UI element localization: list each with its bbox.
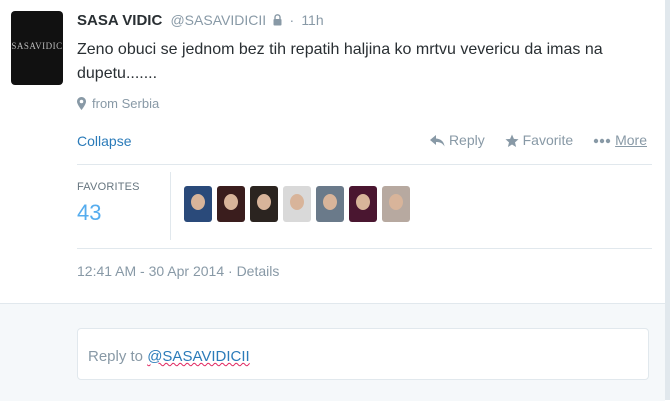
- favoriter-avatar[interactable]: [250, 186, 278, 222]
- meta-separator: ·: [228, 263, 233, 279]
- stats-divider-top: [77, 164, 652, 165]
- right-edge-border: [665, 0, 670, 400]
- tweet-text: Zeno obuci se jednom bez tih repatih hal…: [77, 41, 603, 82]
- reply-input[interactable]: Reply to @SASAVIDICII: [77, 328, 649, 380]
- favoriter-face: [290, 194, 304, 210]
- favoriter-face: [224, 194, 238, 210]
- favoriter-face: [257, 194, 271, 210]
- stats-vertical-divider: [170, 172, 171, 240]
- favoriter-face: [356, 194, 370, 210]
- favoriter-face: [389, 194, 403, 210]
- favoriter-avatar[interactable]: [382, 186, 410, 222]
- location-pin-icon: [77, 96, 86, 113]
- favoriter-avatar[interactable]: [217, 186, 245, 222]
- reply-icon: [429, 135, 445, 147]
- collapse-link[interactable]: Collapse: [77, 133, 131, 149]
- reply-placeholder: Reply to @SASAVIDICII: [88, 348, 250, 365]
- favoriter-face: [323, 194, 337, 210]
- tweet-meta: 12:41 AM - 30 Apr 2014 · Details: [77, 263, 279, 279]
- favoriter-avatar[interactable]: [349, 186, 377, 222]
- tweet-actions: Reply Favorite More: [414, 132, 647, 148]
- lock-icon: [273, 13, 282, 30]
- star-icon: [505, 134, 519, 148]
- favorite-label: Favorite: [522, 132, 574, 148]
- user-username[interactable]: @SASAVIDICII: [170, 12, 266, 28]
- more-label: More: [615, 132, 647, 148]
- reply-prefix: Reply to: [88, 348, 148, 365]
- favorite-button[interactable]: Favorite: [505, 132, 574, 148]
- user-fullname[interactable]: SASA VIDIC: [77, 12, 162, 29]
- location-label: from Serbia: [92, 96, 160, 111]
- favoriters-list: [184, 186, 410, 222]
- stats-divider-bottom: [77, 248, 652, 249]
- more-dots-icon: [593, 139, 611, 144]
- favoriter-avatar[interactable]: [184, 186, 212, 222]
- user-avatar[interactable]: SASAVIDIC: [11, 11, 63, 85]
- tweet-timestamp[interactable]: 12:41 AM - 30 Apr 2014: [77, 263, 224, 279]
- reply-area: Reply to @SASAVIDICII: [0, 303, 665, 401]
- tweet-header: SASA VIDIC @SASAVIDICII · 11h: [77, 12, 324, 30]
- favorites-label: FAVORITES: [77, 181, 140, 193]
- avatar-logo: SASAVIDIC: [11, 41, 63, 51]
- favoriter-face: [191, 194, 205, 210]
- tweet-card: SASAVIDIC SASA VIDIC @SASAVIDICII · 11h …: [0, 0, 665, 303]
- details-link[interactable]: Details: [237, 263, 280, 279]
- reply-mention: @SASAVIDICII: [147, 348, 250, 365]
- tweet-location[interactable]: from Serbia: [77, 96, 159, 113]
- favoriter-avatar[interactable]: [316, 186, 344, 222]
- more-button[interactable]: More: [593, 132, 647, 148]
- header-separator: ·: [289, 12, 295, 28]
- tweet-time[interactable]: 11h: [301, 12, 323, 28]
- reply-button[interactable]: Reply: [429, 132, 485, 148]
- favoriter-avatar[interactable]: [283, 186, 311, 222]
- reply-label: Reply: [448, 132, 485, 148]
- favorites-count[interactable]: 43: [77, 200, 101, 226]
